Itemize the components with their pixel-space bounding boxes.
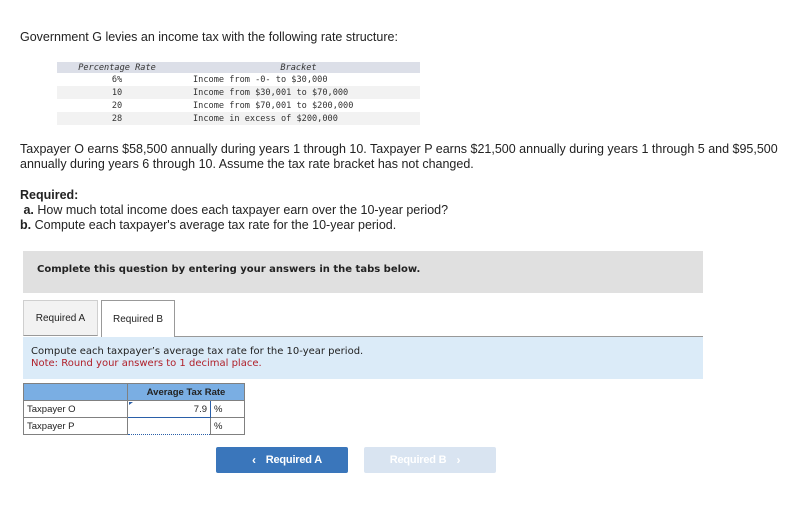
problem-paragraph: Taxpayer O earns $58,500 annually during… bbox=[20, 142, 778, 171]
row-label: Taxpayer P bbox=[23, 417, 128, 435]
prev-button-label: Required A bbox=[265, 454, 323, 466]
required-letter: b. bbox=[20, 218, 32, 232]
bracket-cell: Income from $70,001 to $200,000 bbox=[177, 99, 420, 112]
instruction-panel: Complete this question by entering your … bbox=[23, 251, 703, 293]
required-text: Compute each taxpayer's average tax rate… bbox=[34, 218, 397, 232]
rate-row: 6% Income from -0- to $30,000 bbox=[57, 73, 420, 86]
tab-prompt: Compute each taxpayer’s average tax rate… bbox=[31, 346, 364, 357]
taxpayer-o-rate-value: 7.9 bbox=[193, 403, 207, 415]
header-blank bbox=[23, 383, 128, 401]
rounding-note: Note: Round your answers to 1 decimal pl… bbox=[31, 358, 262, 369]
answer-row-taxpayer-p: Taxpayer P % bbox=[23, 417, 245, 435]
required-section: Required: a. How much total income does … bbox=[20, 188, 448, 233]
header-bracket: Bracket bbox=[177, 62, 420, 73]
percent-unit: % bbox=[210, 417, 245, 435]
rate-row: 28 Income in excess of $200,000 bbox=[57, 112, 420, 125]
required-text: How much total income does each taxpayer… bbox=[37, 203, 449, 217]
chevron-left-icon: ‹ bbox=[251, 453, 256, 467]
next-button-label: Required B bbox=[389, 454, 447, 466]
bracket-cell: Income from -0- to $30,000 bbox=[177, 73, 420, 86]
answer-table-header: Average Tax Rate bbox=[23, 383, 245, 401]
row-label: Taxpayer O bbox=[23, 400, 128, 418]
required-heading: Required: bbox=[20, 188, 79, 202]
required-item-b: b. Compute each taxpayer's average tax r… bbox=[20, 218, 448, 233]
chevron-right-icon: › bbox=[456, 453, 461, 467]
rate-table-header: Percentage Rate Bracket bbox=[57, 62, 420, 73]
required-letter: a. bbox=[23, 203, 34, 217]
bracket-cell: Income in excess of $200,000 bbox=[177, 112, 420, 125]
tab-required-a[interactable]: Required A bbox=[23, 300, 98, 336]
prev-required-a-button[interactable]: ‹ Required A bbox=[216, 447, 348, 473]
next-required-b-button[interactable]: Required B › bbox=[364, 447, 496, 473]
header-percentage-rate: Percentage Rate bbox=[57, 62, 177, 73]
required-item-a: a. How much total income does each taxpa… bbox=[20, 203, 448, 218]
taxpayer-o-rate-input[interactable]: 7.9 bbox=[127, 400, 211, 418]
percent-unit: % bbox=[210, 400, 245, 418]
instruction-text: Complete this question by entering your … bbox=[37, 264, 421, 275]
rate-cell: 28 bbox=[57, 112, 177, 125]
tab-required-b[interactable]: Required B bbox=[101, 300, 175, 337]
rate-cell: 6% bbox=[57, 73, 177, 86]
tab-instructions-panel: Compute each taxpayer’s average tax rate… bbox=[23, 337, 703, 379]
answer-row-taxpayer-o: Taxpayer O 7.9 % bbox=[23, 400, 245, 418]
rate-cell: 20 bbox=[57, 99, 177, 112]
answer-table: Average Tax Rate Taxpayer O 7.9 % Taxpay… bbox=[23, 383, 245, 435]
rate-structure-table: Percentage Rate Bracket 6% Income from -… bbox=[57, 62, 420, 125]
rate-row: 20 Income from $70,001 to $200,000 bbox=[57, 99, 420, 112]
bracket-cell: Income from $30,001 to $70,000 bbox=[177, 86, 420, 99]
problem-intro: Government G levies an income tax with t… bbox=[20, 30, 398, 44]
input-marker-icon bbox=[129, 402, 133, 405]
taxpayer-p-rate-input[interactable] bbox=[127, 417, 211, 435]
header-average-tax-rate: Average Tax Rate bbox=[127, 383, 245, 401]
rate-row: 10 Income from $30,001 to $70,000 bbox=[57, 86, 420, 99]
rate-cell: 10 bbox=[57, 86, 177, 99]
